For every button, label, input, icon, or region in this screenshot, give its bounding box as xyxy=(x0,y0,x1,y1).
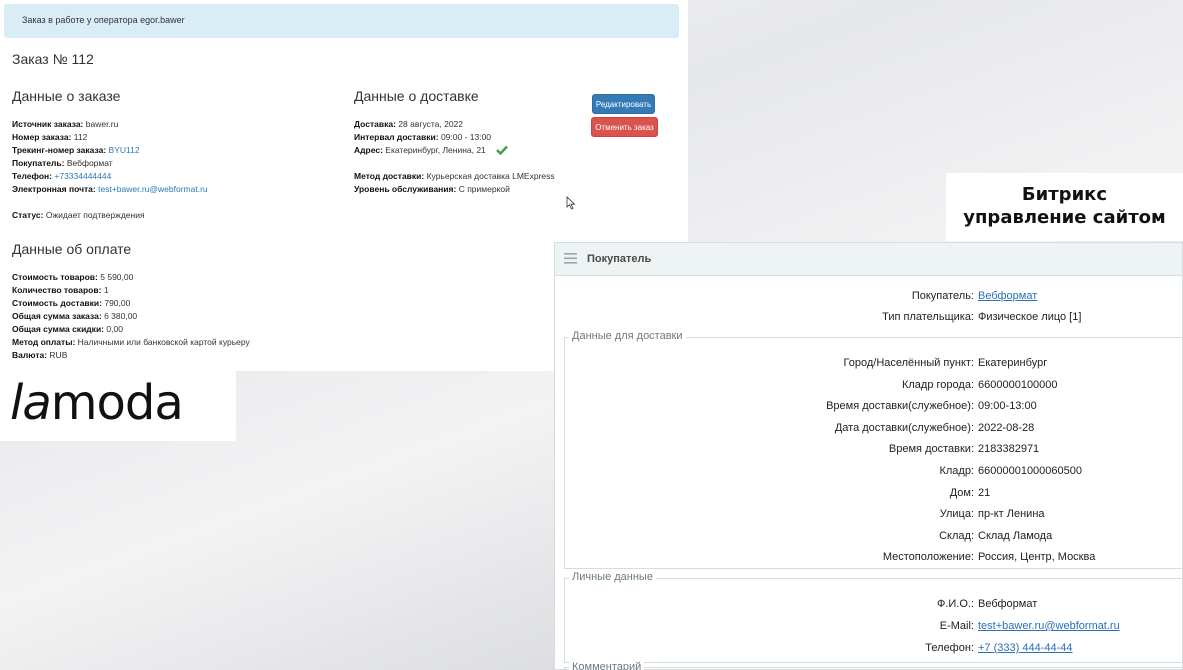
field-delivery-date: Доставка: 28 августа, 2022 xyxy=(354,119,464,129)
field-goods-count: Количество товаров: 1 xyxy=(12,285,109,295)
field-order-total: Общая сумма заказа: 6 380,00 xyxy=(12,311,138,321)
field-source: Источник заказа: bawer.ru xyxy=(12,119,119,129)
table-row: Город/Населённый пункт: Екатеринбург xyxy=(843,357,1048,369)
phone-link[interactable]: +73334444444 xyxy=(54,171,111,181)
buyer-panel-title: Покупатель xyxy=(587,253,652,265)
field-order-number: Номер заказа: 112 xyxy=(12,132,88,142)
operator-alert: Заказ в работе у оператора egor.bawer xyxy=(4,4,679,38)
delivery-list: Доставка: 28 августа, 2022 Интервал дост… xyxy=(354,118,509,157)
tracking-link[interactable]: BYU112 xyxy=(109,145,140,155)
field-delivery-cost: Стоимость доставки: 790,00 xyxy=(12,298,131,308)
order-details-list: Источник заказа: bawer.ru Номер заказа: … xyxy=(12,118,208,196)
table-row: Местоположение: Россия, Центр, Москва xyxy=(882,551,1096,563)
table-row: Улица: пр-кт Ленина xyxy=(939,508,1045,520)
mouse-cursor-icon xyxy=(566,196,576,210)
field-email: Электронная почта: test+bawer.ru@webform… xyxy=(12,184,208,194)
table-row: Кладр: 66000001000060500 xyxy=(939,465,1083,477)
order-details-heading: Данные о заказе xyxy=(12,88,121,104)
field-tracking: Трекинг-номер заказа: BYU112 xyxy=(12,145,140,155)
delivery-method-list: Метод доставки: Курьерская доставка LMEx… xyxy=(354,170,555,196)
table-row: Время доставки(служебное): 09:00-13:00 xyxy=(826,400,1037,412)
buyer-panel: Покупатель Покупатель: Вебформат Тип плат… xyxy=(554,242,1183,670)
field-status: Статус: Ожидает подтверждения xyxy=(12,210,145,220)
personal-fieldset-title: Личные данные xyxy=(569,571,656,583)
buyer-panel-header: Покупатель xyxy=(555,243,1182,276)
page-title: Заказ № 112 xyxy=(12,51,94,67)
field-goods-cost: Стоимость товаров: 5 590,00 xyxy=(12,272,134,282)
phone-link[interactable]: +7 (333) 444-44-44 xyxy=(978,638,1072,658)
field-delivery-method: Метод доставки: Курьерская доставка LMEx… xyxy=(354,171,555,181)
email-link[interactable]: test+bawer.ru@webformat.ru xyxy=(98,184,208,194)
field-service-level: Уровень обслуживания: С примеркой xyxy=(354,184,510,194)
operator-alert-text: Заказ в работе у оператора egor.bawer xyxy=(22,15,185,25)
table-row: Дата доставки(служебное): 2022-08-28 xyxy=(834,422,1035,434)
buyer-row: Покупатель: Вебформат xyxy=(555,286,1183,306)
table-row: Кладр города: 6600000100000 xyxy=(901,379,1058,391)
delivery-heading: Данные о доставке xyxy=(354,88,479,104)
menu-icon[interactable] xyxy=(564,253,577,264)
comment-fieldset-title: Комментарий xyxy=(569,661,645,670)
bitrix-caption: Битрикс управление сайтом xyxy=(946,173,1183,241)
email-link[interactable]: test+bawer.ru@webformat.ru xyxy=(978,616,1120,636)
table-row: Ф.И.О.: Вебформат xyxy=(936,598,1038,610)
table-row: Склад: Склад Ламода xyxy=(939,530,1053,542)
field-currency: Валюта: RUB xyxy=(12,350,68,360)
table-row: E-Mail: test+bawer.ru@webformat.ru xyxy=(555,616,1183,636)
table-row: Время доставки: 2183382971 xyxy=(888,443,1040,455)
payer-type-row: Тип плательщика: Физическое лицо [1] xyxy=(882,311,1082,323)
field-delivery-interval: Интервал доставки: 09:00 - 13:00 xyxy=(354,132,492,142)
cancel-order-button[interactable]: Отменить заказ xyxy=(591,117,658,137)
edit-button[interactable]: Редактировать xyxy=(592,94,655,114)
lamoda-logo: lamoda xyxy=(0,371,236,441)
field-buyer: Покупатель: Вебформат xyxy=(12,158,113,168)
buyer-link[interactable]: Вебформат xyxy=(978,286,1037,306)
field-payment-method: Метод оплаты: Наличными или банковской к… xyxy=(12,337,250,347)
delivery-fieldset-title: Данные для доставки xyxy=(569,330,686,342)
payment-heading: Данные об оплате xyxy=(12,241,132,257)
field-phone: Телефон: +73334444444 xyxy=(12,171,112,181)
table-row: Телефон: +7 (333) 444-44-44 xyxy=(555,638,1183,658)
payment-list: Стоимость товаров: 5 590,00 Количество т… xyxy=(12,271,250,362)
table-row: Дом: 21 xyxy=(949,487,991,499)
check-icon xyxy=(496,145,509,155)
field-address: Адрес: Екатеринбург, Ленина, 21 xyxy=(354,144,509,157)
field-discount-total: Общая сумма скидки: 0,00 xyxy=(12,324,123,334)
